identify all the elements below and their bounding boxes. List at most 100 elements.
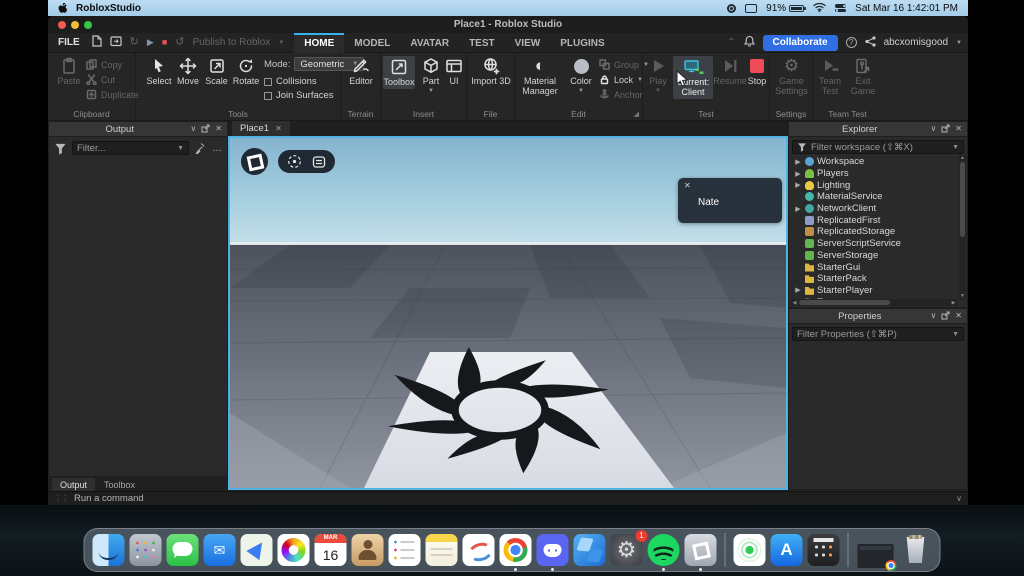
roblox-menu-button[interactable]: [241, 148, 268, 175]
part-button[interactable]: Part ▼: [419, 56, 443, 94]
output-popout-icon[interactable]: [201, 124, 210, 135]
output-collapse-chevron-icon[interactable]: ∨: [190, 125, 196, 133]
command-bar[interactable]: ⋮⋮ Run a command ∨: [48, 491, 968, 505]
game-settings-button[interactable]: ⚙ Game Settings: [772, 56, 811, 97]
help-icon[interactable]: ?: [846, 37, 857, 48]
explorer-item-starterpack[interactable]: ▶ StarterPack: [791, 273, 967, 285]
maps-dock-icon[interactable]: [241, 534, 273, 566]
explorer-collapse-chevron-icon[interactable]: ∨: [930, 125, 936, 133]
clear-output-broom-icon[interactable]: [194, 142, 207, 155]
output-more-icon[interactable]: …: [212, 143, 222, 154]
exit-game-button[interactable]: Exit Game: [848, 56, 878, 97]
reminders-dock-icon[interactable]: [389, 534, 421, 566]
find-my-dock-icon[interactable]: [734, 534, 766, 566]
username-label[interactable]: abcxomisgood: [884, 37, 948, 48]
tab-avatar[interactable]: AVATAR: [400, 33, 459, 53]
import-3d-button[interactable]: Import 3D: [470, 56, 512, 87]
explorer-item-materialservice[interactable]: ▶ MaterialService: [791, 191, 967, 203]
redo-icon[interactable]: ↻: [130, 37, 139, 48]
menu-bar-clock[interactable]: Sat Mar 16 1:42:01 PM: [855, 3, 958, 14]
terrain-editor-button[interactable]: Editor: [344, 56, 378, 87]
explorer-popout-icon[interactable]: [941, 124, 950, 135]
scale-tool-button[interactable]: Scale: [203, 56, 230, 87]
share-icon[interactable]: [865, 36, 876, 50]
freeform-dock-icon[interactable]: [463, 534, 495, 566]
tab-close-icon[interactable]: ✕: [275, 124, 282, 133]
new-file-icon[interactable]: [92, 35, 102, 50]
tab-view[interactable]: VIEW: [505, 33, 551, 53]
tab-plugins[interactable]: PLUGINS: [550, 33, 614, 53]
quick-stop-icon[interactable]: ■: [162, 38, 167, 47]
collapse-ribbon-icon[interactable]: ⌃: [727, 37, 735, 48]
chat-close-icon[interactable]: ✕: [684, 181, 691, 190]
bottom-tab-toolbox[interactable]: Toolbox: [96, 478, 143, 491]
notes-dock-icon[interactable]: [426, 534, 458, 566]
apple-menu-icon[interactable]: [58, 3, 67, 13]
toolbox-button[interactable]: Toolbox: [383, 56, 415, 89]
spotify-dock-icon[interactable]: [648, 534, 680, 566]
explorer-item-replicatedstorage[interactable]: ▶ ReplicatedStorage: [791, 226, 967, 238]
account-caret-icon[interactable]: ▼: [956, 40, 962, 46]
calculator-dock-icon[interactable]: [808, 534, 840, 566]
close-window-button[interactable]: [58, 21, 66, 29]
material-manager-button[interactable]: ◐ Material Manager: [517, 56, 563, 97]
explorer-item-players[interactable]: ▶ Players: [791, 168, 967, 180]
chat-window[interactable]: ✕ Nate: [678, 178, 782, 223]
chat-list-icon[interactable]: [312, 155, 326, 169]
explorer-close-icon[interactable]: ✕: [955, 125, 962, 133]
explorer-item-serverstorage[interactable]: ▶ ServerStorage: [791, 250, 967, 262]
command-bar-caret-icon[interactable]: ∨: [956, 494, 962, 503]
duplicate-button[interactable]: Duplicate: [86, 87, 139, 102]
explorer-item-starterplayer[interactable]: ▶ StarterPlayer: [791, 285, 967, 297]
explorer-vertical-scrollbar[interactable]: ▲ ▼: [959, 155, 966, 300]
copy-button[interactable]: Copy: [86, 57, 139, 72]
finder-dock-icon[interactable]: [93, 534, 125, 566]
control-center-icon[interactable]: [835, 4, 846, 13]
scroll-left-icon[interactable]: ◀: [791, 300, 798, 306]
publish-caret-icon[interactable]: ▼: [278, 40, 284, 46]
color-button[interactable]: Color ▼: [567, 56, 595, 94]
menu-bar-app-name[interactable]: RobloxStudio: [76, 3, 141, 14]
output-filter-input[interactable]: Filter...▼: [72, 141, 189, 155]
publish-button[interactable]: Publish to Roblox: [192, 37, 270, 48]
anchor-button[interactable]: Anchor: [599, 87, 649, 102]
tab-model[interactable]: MODEL: [344, 33, 400, 53]
wifi-icon[interactable]: [813, 2, 826, 15]
join-surfaces-checkbox[interactable]: Join Surfaces: [264, 90, 340, 101]
properties-collapse-chevron-icon[interactable]: ∨: [930, 312, 936, 320]
cut-button[interactable]: Cut: [86, 72, 139, 87]
team-test-button[interactable]: Team Test: [815, 56, 845, 97]
explorer-item-networkclient[interactable]: ▶ NetworkClient: [791, 203, 967, 215]
mail-dock-icon[interactable]: ✉: [204, 534, 236, 566]
open-file-icon[interactable]: [110, 35, 122, 50]
battery-status[interactable]: 91%: [766, 3, 804, 14]
play-button[interactable]: Play ▼: [645, 56, 671, 94]
system-settings-dock-icon[interactable]: ⚙ 1: [611, 534, 643, 566]
collisions-checkbox[interactable]: Collisions: [264, 76, 340, 87]
notifications-bell-icon[interactable]: [744, 35, 755, 50]
ui-button[interactable]: UI: [444, 56, 464, 87]
3d-viewport[interactable]: ✕ Nate: [228, 136, 788, 490]
select-tool-button[interactable]: Select: [145, 56, 173, 87]
properties-popout-icon[interactable]: [941, 311, 950, 322]
resume-button[interactable]: Resume: [715, 56, 745, 87]
display-icon[interactable]: [745, 4, 757, 13]
rotate-tool-button[interactable]: Rotate: [231, 56, 261, 87]
place1-document-tab[interactable]: Place1 ✕: [232, 121, 290, 136]
quick-play-icon[interactable]: ▶: [147, 38, 154, 47]
contacts-dock-icon[interactable]: [352, 534, 384, 566]
explorer-horizontal-scrollbar[interactable]: ◀ ▶: [791, 299, 957, 306]
expand-arrow-icon[interactable]: ▶: [794, 205, 802, 213]
explorer-item-lighting[interactable]: ▶ Lighting: [791, 179, 967, 191]
zoom-window-button[interactable]: [84, 21, 92, 29]
launchpad-dock-icon[interactable]: [130, 534, 162, 566]
scrollbar-thumb[interactable]: [960, 162, 965, 237]
expand-arrow-icon[interactable]: ▶: [794, 181, 802, 189]
expand-arrow-icon[interactable]: ▶: [794, 170, 802, 178]
chrome-dock-icon[interactable]: [500, 534, 532, 566]
app-store-dock-icon[interactable]: A: [771, 534, 803, 566]
view-selector-icon[interactable]: [287, 154, 302, 169]
properties-filter-input[interactable]: Filter Properties (⇧⌘P) ▼: [792, 327, 964, 341]
explorer-item-workspace[interactable]: ▶ Workspace: [791, 156, 967, 168]
stop-button[interactable]: Stop: [745, 56, 769, 87]
